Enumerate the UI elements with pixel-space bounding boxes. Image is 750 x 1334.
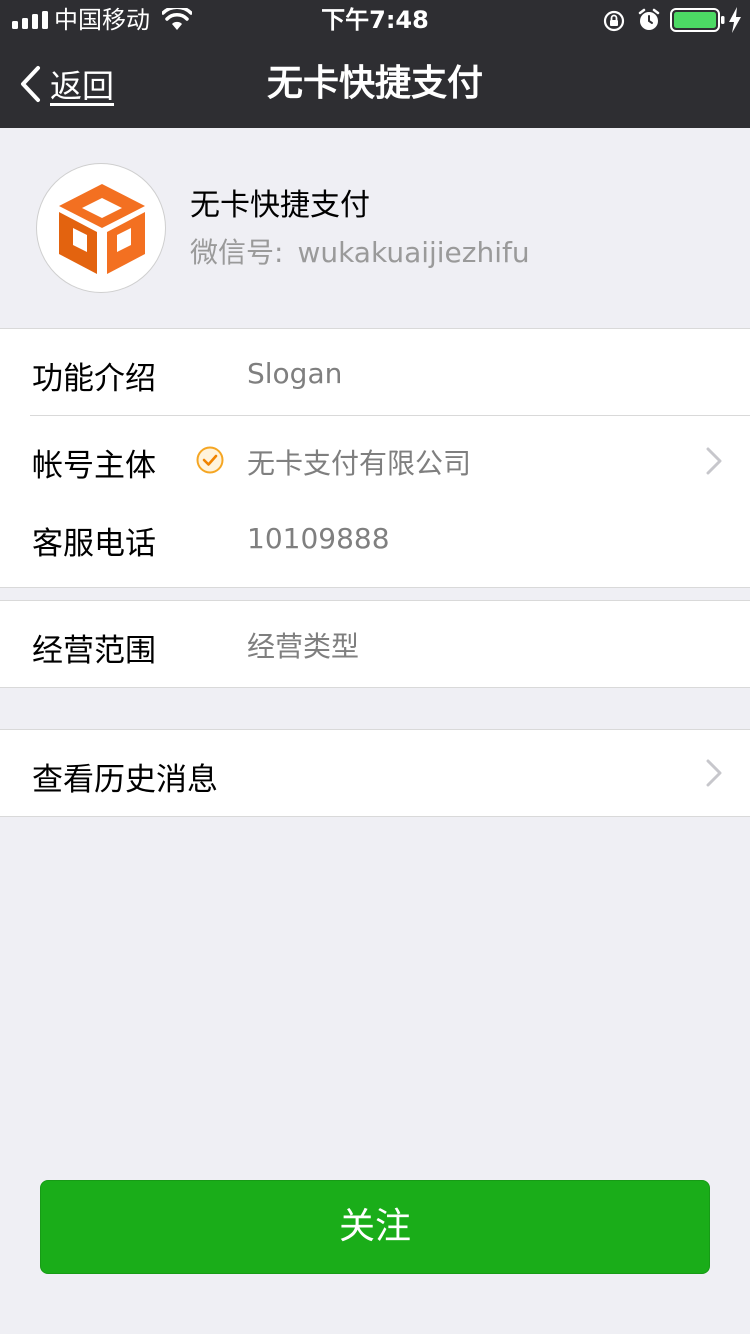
account-name: 无卡快捷支付 [190,188,370,223]
phone-row[interactable]: 客服电话 10109888 [0,506,750,588]
navigation-bar: 返回 无卡快捷支付 [0,40,750,128]
battery-icon [670,8,725,32]
chevron-right-icon [706,759,722,787]
top-bar: 中国移动 下午7:48 返回 无卡快捷支付 [0,0,750,128]
wechat-id-value: wukakuaijiezhifu [297,236,530,269]
wechat-id: 微信号: wukakuaijiezhifu [190,235,530,271]
phone-value: 10109888 [247,522,390,555]
alarm-icon [638,8,660,30]
scope-label: 经营范围 [32,633,156,669]
page-title: 无卡快捷支付 [266,63,483,104]
scope-row: 经营范围 经营类型 [0,601,750,687]
profile-header: 无卡快捷支付 微信号: wukakuaijiezhifu [0,128,750,328]
intro-value: Slogan [247,357,343,390]
scope-group: 经营范围 经营类型 [0,600,750,688]
scope-value: 经营类型 [247,630,360,663]
follow-button[interactable]: 关注 [40,1180,710,1274]
account-value: 无卡支付有限公司 [247,447,472,480]
account-row[interactable]: 帐号主体 无卡支付有限公司 [0,416,750,506]
rotation-lock-icon [603,10,625,32]
verified-icon [196,446,224,474]
intro-row: 功能介绍 Slogan [0,329,750,416]
history-label: 查看历史消息 [32,762,218,798]
info-group: 功能介绍 Slogan 帐号主体 无卡支付有限公司 客服电话 10109888 [0,328,750,588]
history-group: 查看历史消息 [0,729,750,817]
account-label: 帐号主体 [32,448,156,484]
chevron-right-icon [706,447,722,475]
phone-label: 客服电话 [32,526,156,562]
logo-icon [59,184,145,274]
charging-icon [729,7,741,33]
intro-label: 功能介绍 [32,361,156,397]
wechat-id-label: 微信号: [190,236,284,269]
status-bar: 中国移动 下午7:48 [0,0,750,40]
history-row[interactable]: 查看历史消息 [0,730,750,816]
avatar[interactable] [36,163,166,293]
